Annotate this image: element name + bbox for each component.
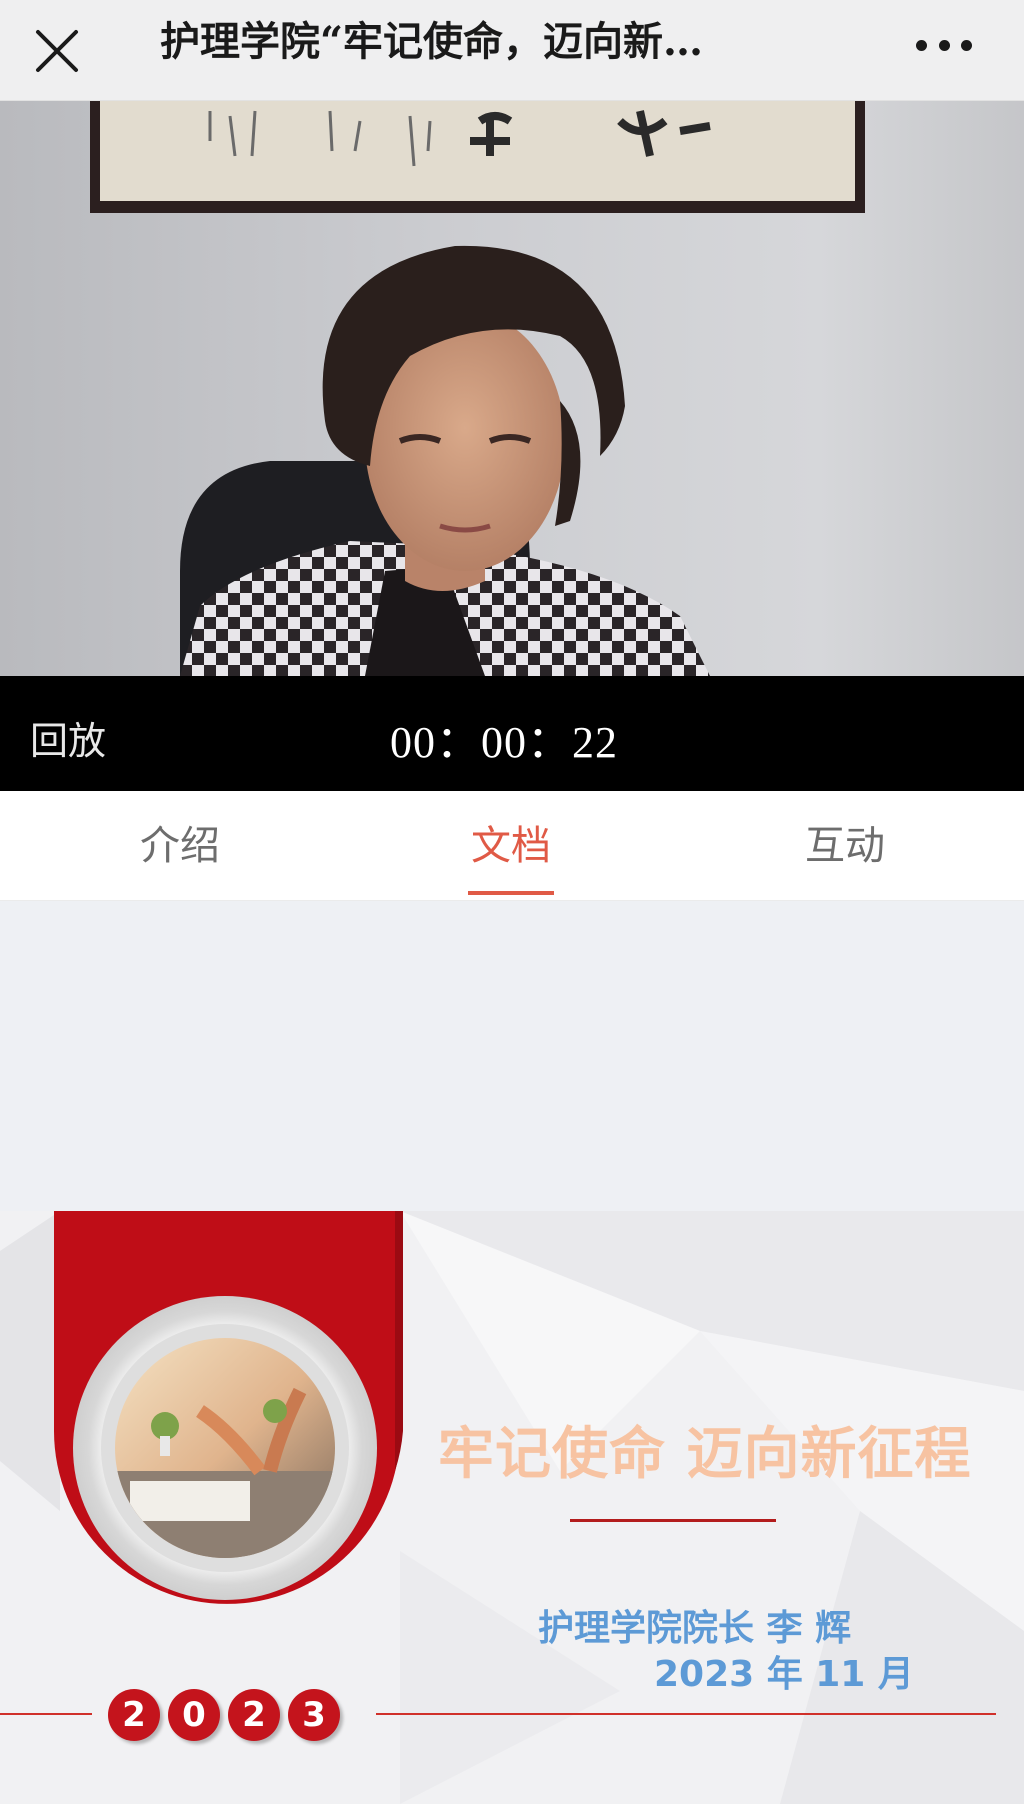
document-slide[interactable]: 牢记使命 迈向新征程 护理学院院长 李 辉 2023 年 11 月 2 0 2 … [0, 1211, 1024, 1804]
active-tab-indicator [468, 891, 554, 895]
page-title: 护理学院“牢记使命，迈向新… [160, 18, 704, 65]
top-bar: 护理学院“牢记使命，迈向新… [0, 0, 1024, 101]
slide-author: 护理学院院长 李 辉 [538, 1608, 852, 1649]
tab-interaction[interactable]: 互动 [745, 791, 945, 901]
video-frame [0, 101, 1024, 676]
year-digit: 2 [108, 1689, 160, 1741]
tab-bar: 介绍 文档 互动 [0, 791, 1024, 901]
slide-date: 2023 年 11 月 [654, 1654, 914, 1695]
more-icon-dot [961, 39, 972, 51]
year-line-right [376, 1713, 996, 1715]
year-digit: 2 [228, 1689, 280, 1741]
slide-divider [570, 1519, 776, 1522]
more-icon-dot [938, 39, 950, 51]
year-line-left [0, 1713, 92, 1715]
tab-intro[interactable]: 介绍 [80, 791, 280, 901]
year-digit: 3 [288, 1689, 340, 1741]
year-digit: 0 [168, 1689, 220, 1741]
tab-documents[interactable]: 文档 [411, 791, 611, 901]
more-button[interactable] [912, 20, 976, 70]
video-player[interactable] [0, 101, 1024, 676]
slide-title: 牢记使命 迈向新征程 [438, 1422, 972, 1487]
replay-label: 回放 [30, 719, 107, 763]
close-icon [36, 30, 78, 72]
playback-bar: 回放 00：00：22 [0, 676, 1024, 791]
more-icon [916, 39, 927, 51]
playback-timecode: 00：00：22 [390, 718, 618, 767]
close-button[interactable] [28, 22, 86, 80]
year-badges: 2 0 2 3 [108, 1689, 340, 1741]
